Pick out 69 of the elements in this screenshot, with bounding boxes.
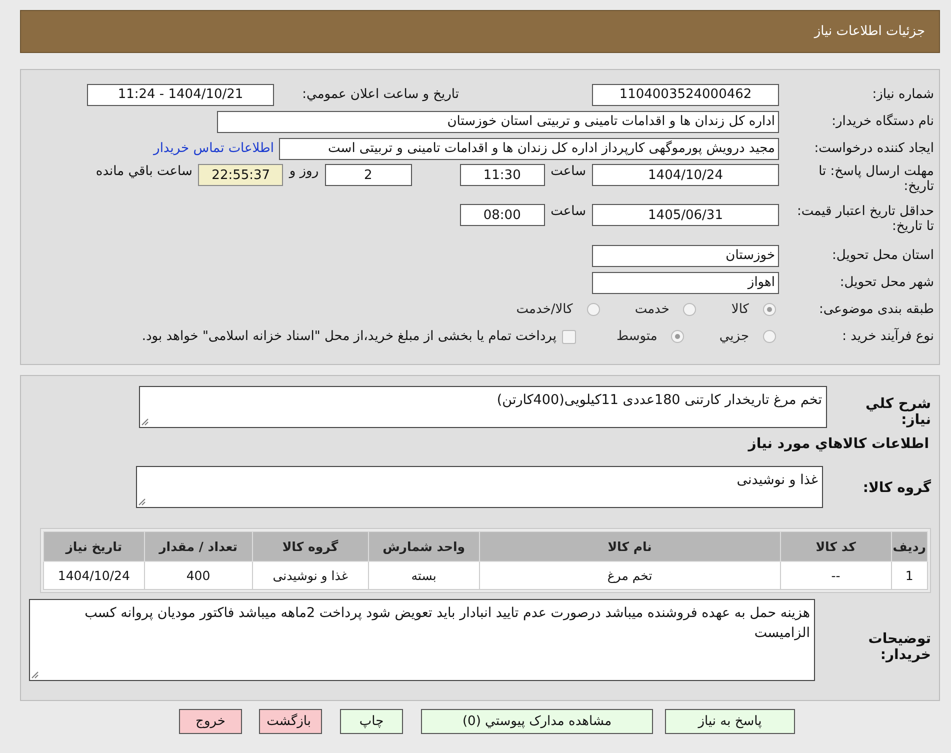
field-label: استان محل تحویل: [831, 248, 934, 263]
table-cell: 1 [891, 562, 928, 590]
days-label: روز و [289, 164, 319, 179]
days-field[interactable]: 2 [324, 164, 412, 186]
radio-button[interactable] [763, 303, 776, 316]
radio-label: متوسط [616, 329, 658, 344]
city-field[interactable]: اهواز [592, 272, 779, 294]
table-cell: غذا و نوشیدنی [252, 562, 368, 590]
field-label: گروه کالا: [862, 478, 931, 496]
resize-grip-icon[interactable] [141, 418, 149, 426]
remaining-time-field: 22:55:37 [198, 164, 284, 186]
column-header: تعداد / مقدار [144, 532, 252, 562]
column-header: نام کالا [479, 532, 780, 562]
radio-button[interactable] [671, 330, 684, 343]
validity-date-field[interactable]: 1405/06/31 [592, 204, 779, 226]
requester-field[interactable]: مجید درویش پورموگهی کارپرداز اداره کل زندان ها و اقدامات تامینی و تربیتی است [279, 138, 779, 160]
table-cell: 400 [144, 562, 252, 590]
announce-date-field[interactable]: 1404/10/21 - 11:24 [87, 84, 274, 106]
need-number-field[interactable]: 1104003524000462 [592, 84, 779, 106]
buyer-org-field[interactable]: اداره کل زندان ها و اقدامات تامینی و تربیتی استان خوزستان [217, 110, 779, 132]
column-header: گروه کالا [252, 532, 368, 562]
buyer-contact-link[interactable]: اطلاعات تماس خریدار [154, 141, 274, 156]
buyer-notes-field[interactable]: هزینه حمل به عهده فروشنده میباشد درصورت عدم تایید انبادار باید تعویض شود پرداخت 2ماهه میباشد فاکتور مودیان پروانه کسب الزامیست [29, 599, 815, 681]
radio-label: کالا [731, 302, 749, 317]
time-label: ساعت [550, 204, 586, 219]
section-title: اطلاعات کالاهاي مورد نياز [746, 436, 929, 454]
column-header: واحد شمارش [368, 532, 480, 562]
table-cell: -- [780, 562, 892, 590]
checkbox-label: پرداخت تمام یا بخشی از مبلغ خرید،از محل "اسناد خزانه اسلامی" خواهد بود. [142, 329, 556, 344]
field-label: نوع فرآیند خرید : [841, 329, 934, 344]
radio-label: کالا/خدمت [516, 302, 573, 317]
goods-group-field[interactable]: غذا و نوشیدنی [136, 466, 823, 508]
summary-field[interactable]: تخم مرغ تاریخدار کارتنی 180عددی 11کیلویی(400کارتن) [139, 386, 827, 428]
time-label: ساعت [550, 164, 586, 179]
action-button[interactable]: چاپ [340, 709, 403, 734]
field-label: شماره نیاز: [871, 87, 934, 102]
column-header: تاریخ نیاز [44, 532, 144, 562]
table-cell: بسته [368, 562, 480, 590]
column-header: کد کالا [780, 532, 892, 562]
field-label: شرح کلي نياز: [864, 395, 931, 428]
table-cell: 1404/10/24 [44, 562, 144, 590]
resize-grip-icon[interactable] [138, 498, 146, 506]
resize-grip-icon[interactable] [31, 671, 39, 679]
field-label: طبقه بندی موضوعی: [818, 302, 934, 317]
page-title: جزئيات اطلاعات نياز [814, 24, 925, 39]
remaining-label: ساعت باقي مانده [96, 164, 192, 179]
checkbox[interactable] [562, 330, 576, 344]
field-label: نام دستگاه خریدار: [830, 114, 934, 129]
province-field[interactable]: خوزستان [592, 244, 779, 266]
column-header: رديف [891, 532, 928, 562]
radio-button[interactable] [683, 303, 696, 316]
validity-time-field[interactable]: 08:00 [460, 204, 545, 226]
action-button[interactable]: پاسخ به نیاز [665, 709, 795, 734]
field-label: شهر محل تحویل: [838, 275, 934, 290]
radio-button[interactable] [586, 303, 600, 316]
deadline-date-field[interactable]: 1404/10/24 [592, 164, 779, 186]
radio-button[interactable] [763, 330, 776, 343]
deadline-time-field[interactable]: 11:30 [460, 164, 545, 186]
field-label: حداقل تاریخ اعتبار قیمت: تا تاریخ: [796, 204, 934, 234]
field-label: تاریخ و ساعت اعلان عمومي: [301, 87, 459, 102]
field-label: ایجاد کننده درخواست: [813, 141, 934, 156]
radio-label: خدمت [634, 302, 670, 317]
table-cell: تخم مرغ [479, 562, 780, 590]
radio-label: جزيي [719, 329, 749, 344]
field-label: مهلت ارسال پاسخ: تا تاریخ: [818, 164, 934, 194]
field-label: توضیحات خریدار: [867, 630, 931, 663]
action-button[interactable]: خروج [179, 709, 242, 734]
action-button[interactable]: مشاهده مدارک پیوستي (0) [421, 709, 653, 734]
action-button[interactable]: بازگشت [259, 709, 322, 734]
